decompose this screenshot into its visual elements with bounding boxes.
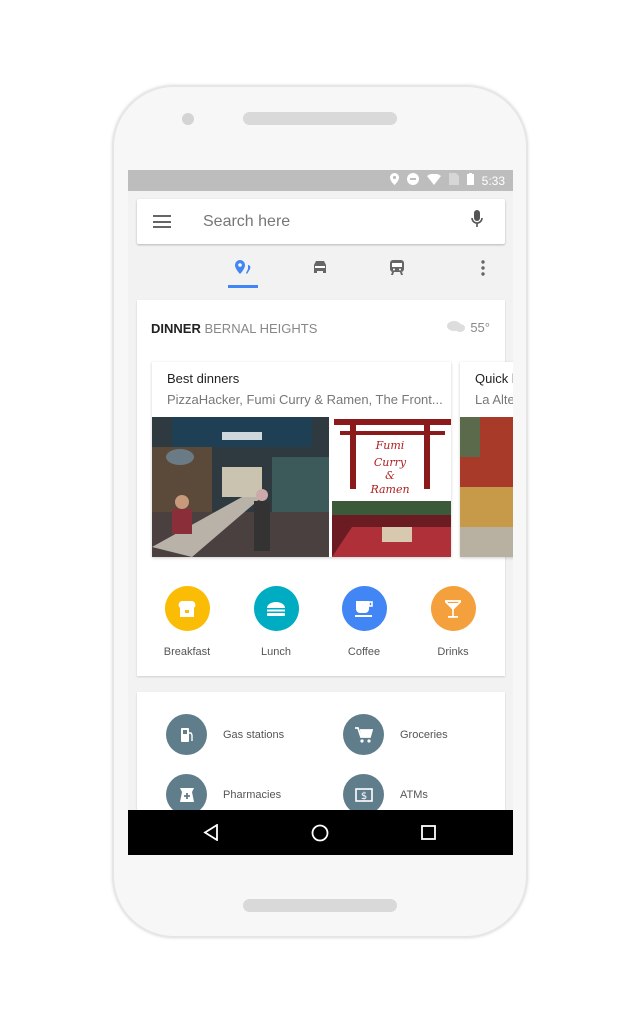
- list-title: Best dinners: [167, 371, 240, 386]
- fumi-sign-logo: Fumi Curry&Ramen: [369, 439, 409, 496]
- bottom-speaker: [243, 899, 397, 912]
- pharmacy-icon: [166, 774, 207, 815]
- tab-driving[interactable]: [305, 260, 335, 286]
- more-vert-icon: [481, 260, 485, 286]
- mode-tabs: [128, 254, 513, 288]
- category-coffee[interactable]: Coffee: [324, 586, 404, 658]
- no-sim-icon: [448, 173, 459, 188]
- front-camera: [182, 113, 194, 125]
- coffee-icon: [341, 586, 387, 631]
- svg-text:&: &: [385, 469, 395, 482]
- home-icon[interactable]: [311, 824, 329, 847]
- atm-icon: $: [343, 774, 384, 815]
- clock: 5:33: [481, 173, 505, 188]
- category-drinks[interactable]: Drinks: [413, 586, 493, 658]
- location-icon: [389, 173, 399, 188]
- category-label: Drinks: [437, 646, 469, 658]
- svg-text:Fumi: Fumi: [375, 439, 405, 452]
- tab-transit[interactable]: [382, 260, 412, 286]
- svg-text:Ramen: Ramen: [369, 483, 409, 496]
- category-breakfast[interactable]: Breakfast: [147, 586, 227, 658]
- battery-charging-icon: [466, 173, 474, 188]
- cloud-icon: [446, 320, 466, 335]
- more-options-button[interactable]: [468, 260, 498, 286]
- services-card: Gas stations Groceries Pharmacies $ ATMs: [137, 692, 505, 822]
- wifi-icon: [426, 173, 441, 188]
- explore-card: DINNER BERNAL HEIGHTS 55° Best dinners P…: [137, 300, 513, 676]
- service-pharmacies[interactable]: Pharmacies: [166, 774, 281, 815]
- service-label: Gas stations: [223, 728, 285, 741]
- hamburger-icon[interactable]: [153, 215, 171, 228]
- service-label: Pharmacies: [223, 788, 282, 801]
- list-subtitle: PizzaHacker, Fumi Curry & Ramen, The Fro…: [167, 392, 443, 407]
- search-input[interactable]: Search here: [203, 213, 471, 231]
- cocktail-icon: [430, 586, 476, 631]
- service-label: ATMs: [400, 788, 428, 801]
- temperature: 55°: [470, 320, 490, 335]
- meal-label: DINNER: [151, 321, 201, 336]
- weather: 55°: [446, 320, 490, 335]
- screen: 5:33 Search here DINNER BERNAL HEIGHTS 5…: [128, 170, 513, 855]
- toast-icon: [164, 586, 210, 631]
- service-label: Groceries: [400, 728, 448, 741]
- service-gas-stations[interactable]: Gas stations: [166, 714, 284, 755]
- service-groceries[interactable]: Groceries: [343, 714, 448, 755]
- list-title: Quick l: [475, 371, 513, 386]
- tab-explore[interactable]: [228, 260, 258, 288]
- service-atms[interactable]: $ ATMs: [343, 774, 428, 815]
- category-label: Coffee: [347, 646, 381, 658]
- search-bar[interactable]: Search here: [137, 199, 505, 244]
- category-label: Lunch: [261, 646, 291, 658]
- category-label: Breakfast: [163, 646, 211, 658]
- train-icon: [390, 260, 404, 286]
- mic-icon[interactable]: [471, 210, 491, 233]
- gas-station-icon: [166, 714, 207, 755]
- burger-icon: [253, 586, 299, 631]
- category-lunch[interactable]: Lunch: [236, 586, 316, 658]
- restaurant-photos: Fumi Curry&Ramen: [152, 417, 451, 557]
- do-not-disturb-icon: [406, 173, 419, 188]
- cart-icon: [343, 714, 384, 755]
- list-card-quick[interactable]: Quick l La Alte: [460, 362, 513, 557]
- navigation-bar: [128, 810, 513, 855]
- status-bar: 5:33: [128, 170, 513, 191]
- explore-header: DINNER BERNAL HEIGHTS: [151, 321, 317, 336]
- neighborhood-label: BERNAL HEIGHTS: [204, 321, 318, 336]
- back-icon[interactable]: [203, 823, 219, 846]
- speaker-grille: [243, 112, 397, 125]
- list-subtitle: La Alte: [475, 392, 513, 407]
- car-icon: [312, 260, 328, 286]
- svg-text:Curry: Curry: [374, 456, 407, 469]
- list-photos: [460, 417, 513, 557]
- svg-text:$: $: [360, 791, 366, 802]
- list-photos: Fumi Curry & Ramen: [152, 417, 451, 557]
- list-card-best-dinners[interactable]: Best dinners PizzaHacker, Fumi Curry & R…: [152, 362, 451, 557]
- restaurant-photo: [460, 417, 513, 557]
- explore-icon: [234, 260, 252, 286]
- recents-icon[interactable]: [421, 825, 436, 845]
